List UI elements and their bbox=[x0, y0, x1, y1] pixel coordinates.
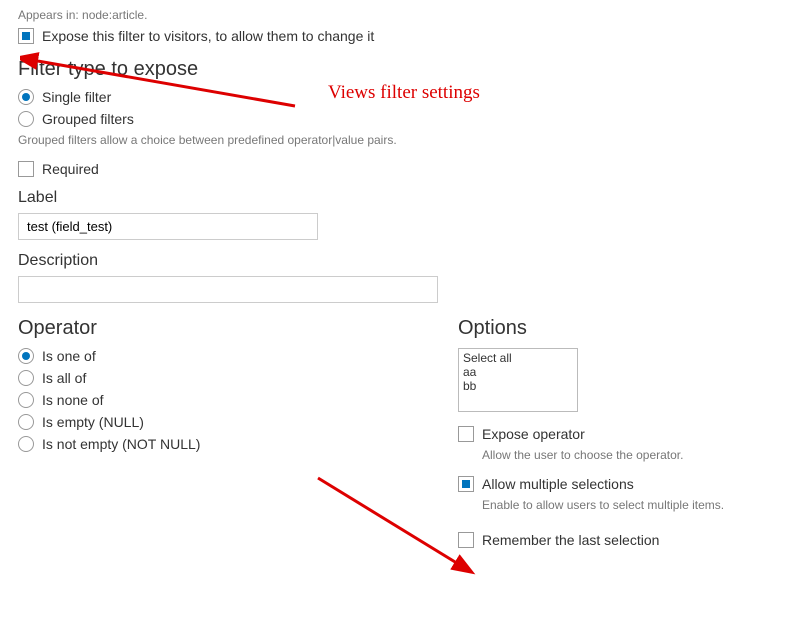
expose-filter-checkbox[interactable] bbox=[18, 28, 34, 44]
filter-type-single-label: Single filter bbox=[42, 89, 111, 105]
filter-type-single-radio[interactable] bbox=[18, 89, 34, 105]
operator-option-4: Is not empty (NOT NULL) bbox=[42, 436, 200, 452]
operator-option-2: Is none of bbox=[42, 392, 104, 408]
description-input[interactable] bbox=[18, 276, 438, 303]
expose-operator-checkbox[interactable] bbox=[458, 426, 474, 442]
expose-filter-label: Expose this filter to visitors, to allow… bbox=[42, 28, 374, 44]
operator-option-3: Is empty (NULL) bbox=[42, 414, 144, 430]
operator-is-empty-radio[interactable] bbox=[18, 414, 34, 430]
options-select[interactable]: Select all aa bb bbox=[458, 348, 578, 412]
remember-last-label: Remember the last selection bbox=[482, 532, 659, 548]
expose-operator-help: Allow the user to choose the operator. bbox=[482, 448, 758, 462]
allow-multiple-label: Allow multiple selections bbox=[482, 476, 634, 492]
options-item-2[interactable]: bb bbox=[461, 379, 575, 393]
label-input[interactable] bbox=[18, 213, 318, 240]
required-checkbox[interactable] bbox=[18, 161, 34, 177]
filter-type-grouped-radio[interactable] bbox=[18, 111, 34, 127]
options-item-1[interactable]: aa bbox=[461, 365, 575, 379]
annotation-title: Views filter settings bbox=[328, 82, 480, 104]
options-item-0[interactable]: Select all bbox=[461, 351, 575, 365]
operator-title: Operator bbox=[18, 317, 398, 340]
filter-type-title: Filter type to expose bbox=[18, 58, 782, 81]
filter-type-help: Grouped filters allow a choice between p… bbox=[18, 133, 782, 147]
allow-multiple-checkbox[interactable] bbox=[458, 476, 474, 492]
required-label: Required bbox=[42, 161, 99, 177]
operator-option-0: Is one of bbox=[42, 348, 96, 364]
allow-multiple-help: Enable to allow users to select multiple… bbox=[482, 498, 758, 512]
appears-in-text: Appears in: node:article. bbox=[18, 8, 782, 22]
remember-last-checkbox[interactable] bbox=[458, 532, 474, 548]
operator-is-all-of-radio[interactable] bbox=[18, 370, 34, 386]
operator-is-none-of-radio[interactable] bbox=[18, 392, 34, 408]
operator-is-not-empty-radio[interactable] bbox=[18, 436, 34, 452]
description-title: Description bbox=[18, 252, 782, 270]
operator-option-1: Is all of bbox=[42, 370, 86, 386]
options-title: Options bbox=[458, 317, 758, 340]
expose-operator-label: Expose operator bbox=[482, 426, 585, 442]
filter-type-grouped-label: Grouped filters bbox=[42, 111, 134, 127]
operator-is-one-of-radio[interactable] bbox=[18, 348, 34, 364]
label-title: Label bbox=[18, 189, 782, 207]
